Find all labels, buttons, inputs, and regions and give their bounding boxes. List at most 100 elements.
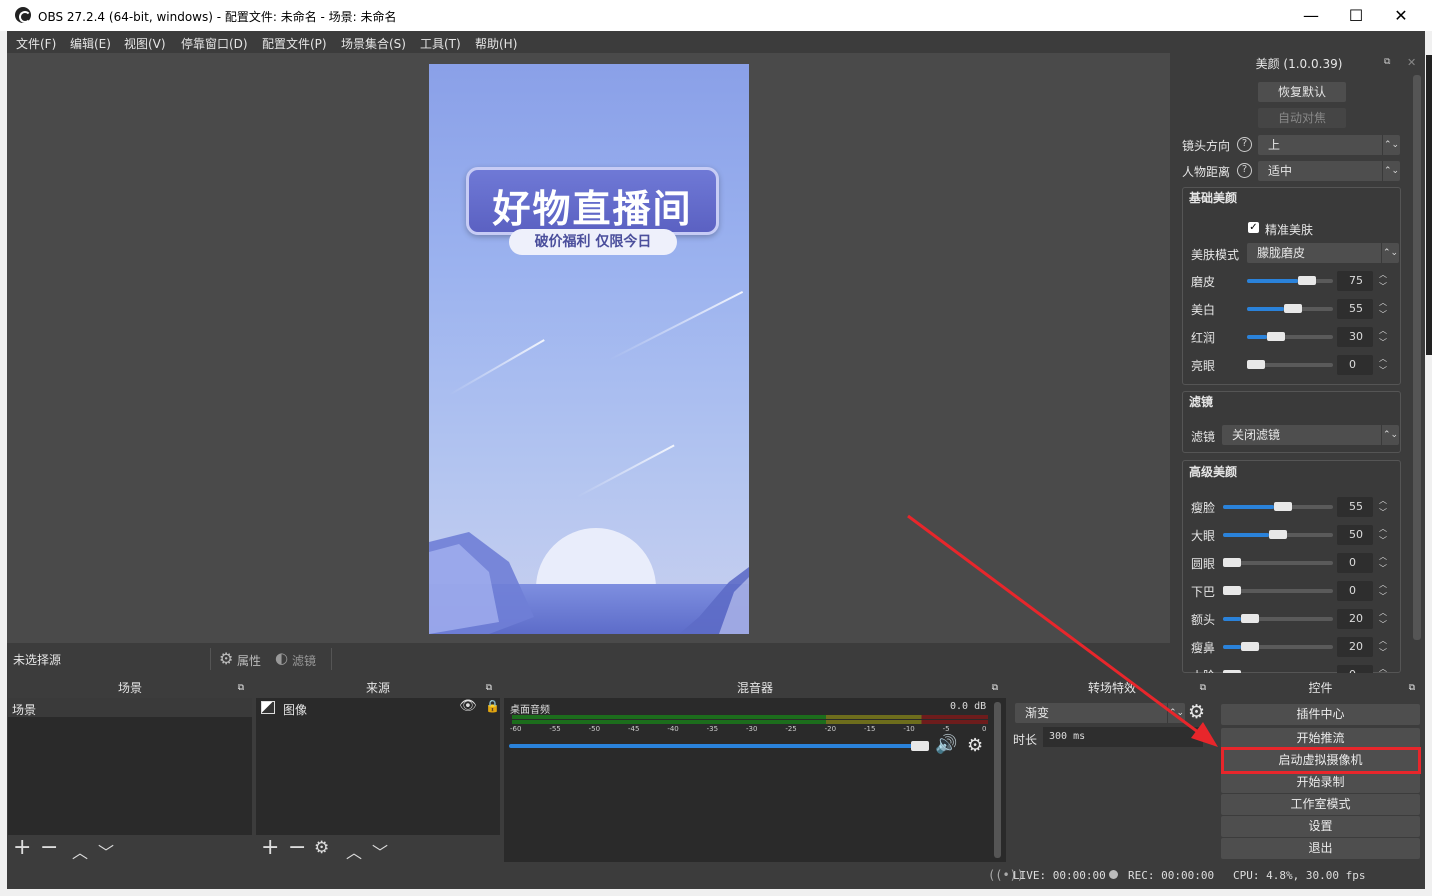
mixer-dock-title: 混音器 xyxy=(736,681,773,695)
meter-scale-tick: -45 xyxy=(628,725,640,733)
lock-icon[interactable]: 🔒 xyxy=(485,699,500,713)
live-banner: 好物直播间 xyxy=(466,167,719,235)
float-icon[interactable]: ⧉ xyxy=(486,678,492,698)
properties-label: 属性 xyxy=(237,654,262,668)
image-source-icon xyxy=(261,701,275,714)
window-title: OBS 27.2.4 (64-bit, windows) - 配置文件: 未命名… xyxy=(38,10,397,24)
live-time: LIVE: 00:00:00 xyxy=(1013,869,1106,882)
menu-bar: 文件(F) 编辑(E) 视图(V) 停靠窗口(D) 配置文件(P) 场景集合(S… xyxy=(7,31,1425,53)
slider-knob[interactable] xyxy=(1273,502,1292,511)
slider-value-spinbox[interactable]: 20 xyxy=(1337,609,1373,629)
spin-arrows-icon[interactable]: ︿﹀ xyxy=(1376,551,1390,575)
menu-edit[interactable]: 编辑(E) xyxy=(70,35,111,52)
gear-icon[interactable]: ⚙ xyxy=(314,838,329,858)
filters-button[interactable]: ◐ 滤镜 xyxy=(275,649,325,669)
gear-icon: ⚙ xyxy=(219,649,234,668)
beauty-scrollbar[interactable] xyxy=(1413,75,1421,640)
scene-item[interactable]: 场景 xyxy=(8,698,252,717)
audio-track-name: 桌面音频 xyxy=(510,705,550,716)
sources-dock-header: 来源 ⧉ xyxy=(256,678,500,698)
sources-list[interactable]: 图像 👁 🔒 xyxy=(256,698,500,835)
scenes-list[interactable]: 场景 xyxy=(8,698,252,835)
red-arrow-annotation xyxy=(907,514,1218,747)
menu-view[interactable]: 视图(V) xyxy=(124,35,166,52)
source-item-label: 图像 xyxy=(283,703,308,717)
minimize-button[interactable]: — xyxy=(1288,0,1334,31)
settings-button[interactable]: 设置 xyxy=(1221,816,1420,837)
move-up-icon[interactable]: ︿ xyxy=(346,839,362,863)
volume-slider[interactable] xyxy=(509,744,921,748)
source-item[interactable]: 图像 👁 🔒 xyxy=(256,698,500,718)
properties-button[interactable]: ⚙ 属性 xyxy=(219,649,269,669)
start-streaming-button[interactable]: 开始推流 xyxy=(1221,728,1420,749)
add-icon[interactable]: + xyxy=(261,835,279,860)
obs-logo-icon xyxy=(15,7,31,23)
scene-item-label: 场景 xyxy=(12,703,37,717)
outer-scrollbar[interactable] xyxy=(1426,55,1432,355)
spin-arrows-icon[interactable]: ︿﹀ xyxy=(1376,579,1390,603)
remove-icon[interactable]: − xyxy=(288,835,306,860)
slider-knob[interactable] xyxy=(1269,530,1287,539)
meter-scale-tick: -20 xyxy=(824,725,837,733)
meter-scale-tick: -30 xyxy=(746,725,758,733)
slider-fill xyxy=(1223,505,1274,509)
slider-knob[interactable] xyxy=(1241,614,1260,623)
scenes-dock-header: 场景 ⧉ xyxy=(8,678,252,698)
scenes-toolbar: + − ︿ ﹀ xyxy=(8,835,252,862)
menu-file[interactable]: 文件(F) xyxy=(16,35,56,52)
slider-value-spinbox[interactable]: 0 xyxy=(1337,665,1373,673)
meter-scale-tick: -35 xyxy=(706,725,719,733)
preview-canvas-image[interactable]: 好物直播间 破价福利 仅限今日 xyxy=(429,64,749,634)
float-icon[interactable]: ⧉ xyxy=(238,678,244,698)
spin-arrows-icon[interactable]: ︿﹀ xyxy=(1376,663,1390,673)
highlight-box xyxy=(1221,747,1421,774)
maximize-button[interactable]: ☐ xyxy=(1333,0,1379,31)
filters-label: 滤镜 xyxy=(292,654,317,668)
status-bar: ((•)) LIVE: 00:00:00 REC: 00:00:00 CPU: … xyxy=(7,864,1425,888)
move-down-icon[interactable]: ﹀ xyxy=(98,839,114,863)
slider-value-spinbox[interactable]: 55 xyxy=(1337,497,1373,517)
close-button[interactable]: ✕ xyxy=(1378,0,1424,31)
slider-value-spinbox[interactable]: 20 xyxy=(1337,637,1373,657)
spin-arrows-icon[interactable]: ︿﹀ xyxy=(1376,607,1390,631)
slider-knob[interactable] xyxy=(1241,642,1260,651)
spin-arrows-icon[interactable]: ︿﹀ xyxy=(1376,635,1390,659)
move-up-icon[interactable]: ︿ xyxy=(72,839,88,863)
add-icon[interactable]: + xyxy=(13,835,31,860)
title-bar: OBS 27.2.4 (64-bit, windows) - 配置文件: 未命名… xyxy=(0,0,1432,31)
meter-scale-tick: -55 xyxy=(549,725,561,733)
exit-button[interactable]: 退出 xyxy=(1221,838,1420,859)
controls-dock-title: 控件 xyxy=(1308,681,1333,695)
float-icon[interactable]: ⧉ xyxy=(1409,678,1415,698)
sources-dock-title: 来源 xyxy=(365,681,390,695)
studio-mode-button[interactable]: 工作室模式 xyxy=(1221,794,1420,815)
menu-help[interactable]: 帮助(H) xyxy=(475,35,517,52)
visibility-eye-icon[interactable]: 👁 xyxy=(459,698,477,714)
light-streak xyxy=(608,291,744,361)
remove-icon[interactable]: − xyxy=(40,835,58,860)
record-dot-icon xyxy=(1109,870,1118,879)
move-down-icon[interactable]: ﹀ xyxy=(372,839,388,863)
spin-arrows-icon[interactable]: ︿﹀ xyxy=(1376,523,1390,547)
menu-tools[interactable]: 工具(T) xyxy=(420,35,461,52)
menu-docks[interactable]: 停靠窗口(D) xyxy=(181,35,248,52)
sources-toolbar: + − ⚙ ︿ ﹀ xyxy=(256,835,500,862)
divider xyxy=(331,648,332,670)
menu-profile[interactable]: 配置文件(P) xyxy=(262,35,327,52)
cpu-fps: CPU: 4.8%, 30.00 fps xyxy=(1233,869,1366,882)
menu-scene-collection[interactable]: 场景集合(S) xyxy=(341,35,406,52)
meter-scale-tick: -25 xyxy=(785,725,797,733)
slider-value-spinbox[interactable]: 0 xyxy=(1337,553,1373,573)
divider xyxy=(210,648,211,670)
plugin-center-button[interactable]: 插件中心 xyxy=(1221,704,1420,725)
slider-value-spinbox[interactable]: 50 xyxy=(1337,525,1373,545)
controls-dock-header: 控件 ⧉ xyxy=(1218,678,1423,698)
light-streak xyxy=(448,339,545,396)
scenes-dock-title: 场景 xyxy=(117,681,142,695)
rec-time: REC: 00:00:00 xyxy=(1128,869,1215,882)
slider-value-spinbox[interactable]: 0 xyxy=(1337,581,1373,601)
meter-scale-tick: -40 xyxy=(667,725,679,733)
start-recording-button[interactable]: 开始录制 xyxy=(1221,772,1420,793)
spin-arrows-icon[interactable]: ︿﹀ xyxy=(1376,495,1390,519)
banner-subtitle: 破价福利 仅限今日 xyxy=(509,229,677,255)
